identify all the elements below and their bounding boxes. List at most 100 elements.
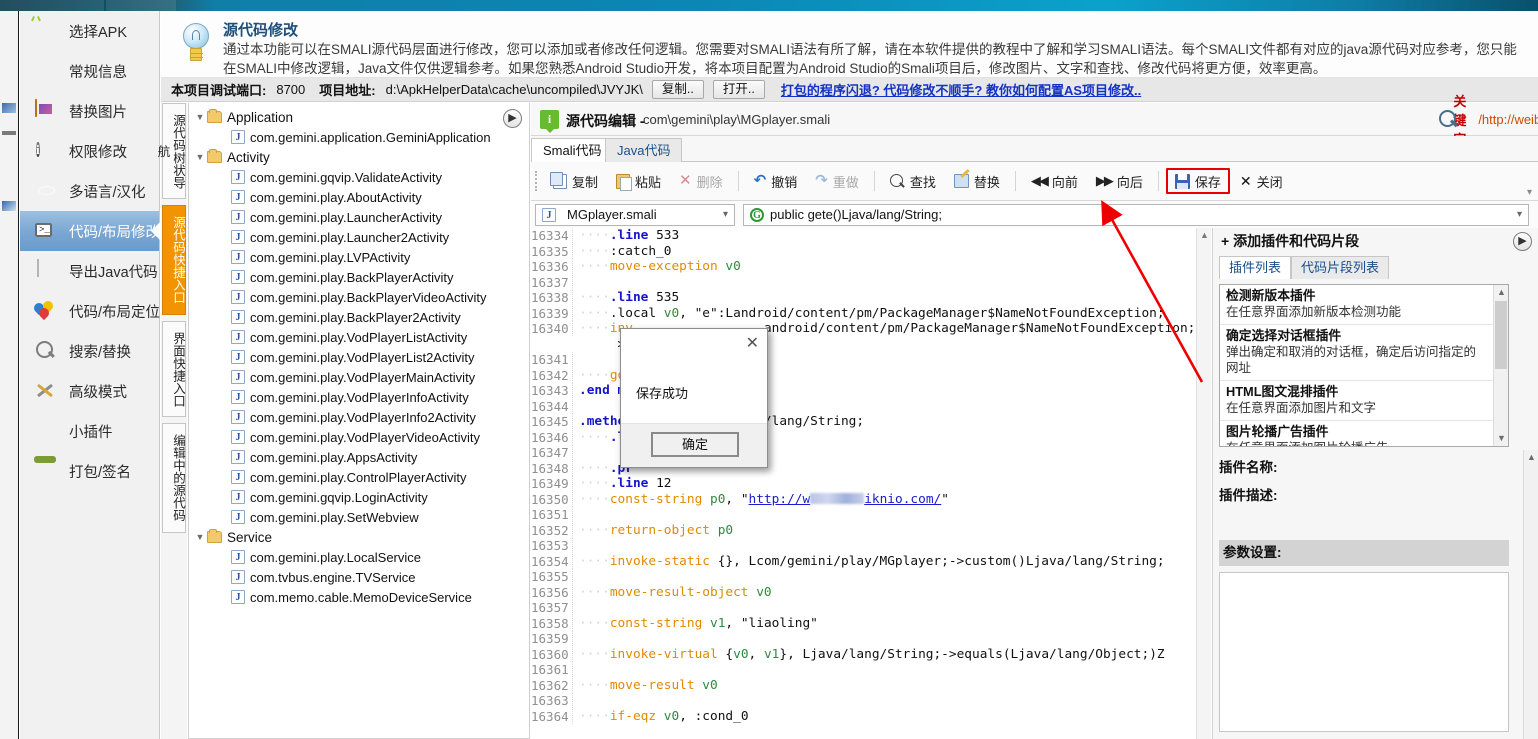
tree-item[interactable]: Jcom.gemini.play.Launcher2Activity xyxy=(189,227,529,247)
replace-icon xyxy=(954,174,969,188)
close-button[interactable]: ✕关闭 xyxy=(1232,168,1291,194)
plugin-panel-scrollbar[interactable]: ▲ xyxy=(1523,450,1538,739)
sidebar-item-code-layout-locate[interactable]: 代码/布局定位 xyxy=(20,291,159,331)
list-item[interactable]: 检测新版本插件 在任意界面添加新版本检测功能 xyxy=(1220,285,1493,325)
tree-item[interactable]: Jcom.gemini.play.BackPlayerActivity xyxy=(189,267,529,287)
sidebar-item-permissions[interactable]: i 权限修改 xyxy=(20,131,159,171)
tree-item[interactable]: Jcom.gemini.play.VodPlayerInfoActivity xyxy=(189,387,529,407)
chevron-right-icon[interactable]: ▶ xyxy=(1513,232,1532,251)
scroll-down-icon[interactable]: ▼ xyxy=(1494,431,1509,446)
prev-icon: ◀◀ xyxy=(1031,173,1047,189)
replace-button[interactable]: 替换 xyxy=(946,168,1008,194)
tree-item[interactable]: Jcom.gemini.play.VodPlayerMainActivity xyxy=(189,367,529,387)
line-number: 16359 xyxy=(531,631,573,646)
editor-scrollbar[interactable]: ▲ xyxy=(1196,228,1211,739)
code-language-tabs: Smali代码 Java代码 xyxy=(531,136,1538,162)
tree-item[interactable]: Jcom.gemini.gqvip.LoginActivity xyxy=(189,487,529,507)
sidebar-item-multilanguage[interactable]: 多语言/汉化 xyxy=(20,171,159,211)
tab-plugin-list[interactable]: 插件列表 xyxy=(1219,256,1291,279)
plugin-panel-title: + 添加插件和代码片段 xyxy=(1213,228,1538,254)
tree-item[interactable]: Jcom.gemini.play.AppsActivity xyxy=(189,447,529,467)
file-select[interactable]: J MGplayer.smali ▾ xyxy=(535,204,735,226)
sidebar-item-label: 代码/布局定位 xyxy=(69,301,160,322)
copy-button[interactable]: 复制 xyxy=(545,168,606,194)
tab-snippet-list[interactable]: 代码片段列表 xyxy=(1291,256,1389,279)
line-number: 16346 xyxy=(531,430,573,445)
rail-tab-source-shortcut[interactable]: 源代码快捷入口 xyxy=(162,205,186,315)
tree-item[interactable]: Jcom.gemini.play.VodPlayerListActivity xyxy=(189,327,529,347)
sidebar-item-replace-image[interactable]: 替换图片 xyxy=(20,91,159,131)
plugin-list-scrollbar[interactable]: ▲ ▼ xyxy=(1493,285,1508,446)
method-select-value: public gete()Ljava/lang/String; xyxy=(770,207,1511,222)
rail-tab-source-tree[interactable]: 源代码树状导航 xyxy=(162,103,186,199)
dialog-ok-button[interactable]: 确定 xyxy=(651,432,739,457)
redo-button[interactable]: ↷重做 xyxy=(807,168,867,194)
tree-item[interactable]: Jcom.gemini.play.LocalService xyxy=(189,547,529,567)
sidebar-item-advanced-mode[interactable]: 高级模式 xyxy=(20,371,159,411)
editor-toolbar: 复制 粘贴 ✕删除 ↶撤销 ↷重做 查找 替换 ◀◀向前 ▶▶向后 保存 ✕关闭… xyxy=(531,162,1538,201)
tree-item[interactable]: Jcom.gemini.gqvip.ValidateActivity xyxy=(189,167,529,187)
java-file-icon: J xyxy=(231,170,245,184)
plugin-list[interactable]: 检测新版本插件 在任意界面添加新版本检测功能 确定选择对话框插件 弹出确定和取消… xyxy=(1219,284,1509,447)
tree-folder-application[interactable]: ▼Application xyxy=(189,107,529,127)
tree-item[interactable]: Jcom.gemini.play.LauncherActivity xyxy=(189,207,529,227)
sidebar-item-export-java[interactable]: 导出Java代码 xyxy=(20,251,159,291)
tab-java-code[interactable]: Java代码 xyxy=(605,138,682,162)
prev-button[interactable]: ◀◀向前 xyxy=(1023,168,1086,194)
sidebar-item-package-sign[interactable]: 打包/签名 xyxy=(20,451,159,491)
tab-smali-code[interactable]: Smali代码 xyxy=(531,138,614,162)
tree-item[interactable]: Jcom.tvbus.engine.TVService xyxy=(189,567,529,587)
tree-item[interactable]: Jcom.gemini.play.VodPlayerVideoActivity xyxy=(189,427,529,447)
close-icon[interactable]: ✕ xyxy=(746,333,759,353)
next-button[interactable]: ▶▶向后 xyxy=(1088,168,1151,194)
toolbar-grip[interactable] xyxy=(535,171,540,191)
tree-folder-service[interactable]: ▼Service xyxy=(189,527,529,547)
tree-item[interactable]: Jcom.gemini.play.SetWebview xyxy=(189,507,529,527)
copy-path-button[interactable]: 复制.. xyxy=(652,80,704,99)
find-button[interactable]: 查找 xyxy=(882,168,944,194)
toolbar-overflow-icon[interactable]: ▾ xyxy=(1527,187,1532,198)
method-select[interactable]: G public gete()Ljava/lang/String; ▾ xyxy=(743,204,1529,226)
scroll-up-icon[interactable]: ▲ xyxy=(1197,228,1212,243)
info-download-icon: i xyxy=(540,110,559,129)
source-tree-panel: ▶ ▼Application Jcom.gemini.application.G… xyxy=(188,103,530,739)
tree-item[interactable]: Jcom.gemini.play.VodPlayerInfo2Activity xyxy=(189,407,529,427)
scrollbar-thumb[interactable] xyxy=(1495,301,1507,369)
sidebar-item-label: 高级模式 xyxy=(69,381,127,402)
list-item[interactable]: 图片轮播广告插件 在任意界面添加图片轮播广告 xyxy=(1220,421,1493,447)
help-link[interactable]: 打包的程序闪退? 代码修改不顺手? 教你如何配置AS项目修改.. xyxy=(781,80,1141,99)
tree-folder-activity[interactable]: ▼Activity xyxy=(189,147,529,167)
open-path-button[interactable]: 打开.. xyxy=(713,80,765,99)
toolbar-separator xyxy=(874,171,875,191)
line-number: 16350 xyxy=(531,492,573,507)
list-item[interactable]: 确定选择对话框插件 弹出确定和取消的对话框，确定后访问指定的网址 xyxy=(1220,325,1493,381)
save-button[interactable]: 保存 xyxy=(1166,168,1230,194)
tree-item[interactable]: Jcom.gemini.play.BackPlayer2Activity xyxy=(189,307,529,327)
tree-item[interactable]: Jcom.gemini.application.GeminiApplicatio… xyxy=(189,127,529,147)
tree-item[interactable]: Jcom.gemini.play.BackPlayerVideoActivity xyxy=(189,287,529,307)
line-number: 16362 xyxy=(531,678,573,693)
sidebar-item-search-replace[interactable]: 搜索/替换 xyxy=(20,331,159,371)
paste-button[interactable]: 粘贴 xyxy=(608,168,669,194)
tree-item[interactable]: Jcom.memo.cable.MemoDeviceService xyxy=(189,587,529,607)
tree-item[interactable]: Jcom.gemini.play.LVPActivity xyxy=(189,247,529,267)
param-settings-area[interactable] xyxy=(1219,572,1509,732)
sidebar-item-select-apk[interactable]: 选择APK xyxy=(20,11,159,51)
keyword-value[interactable]: /http://weibo.miknio.com xyxy=(1478,112,1538,127)
plugin-icon xyxy=(34,420,56,442)
scroll-up-icon[interactable]: ▲ xyxy=(1524,450,1538,465)
tree-item[interactable]: Jcom.gemini.play.ControlPlayerActivity xyxy=(189,467,529,487)
undo-button[interactable]: ↶撤销 xyxy=(746,168,806,194)
delete-button[interactable]: ✕删除 xyxy=(671,168,731,194)
chevron-right-icon[interactable]: ▶ xyxy=(503,109,522,128)
list-item[interactable]: HTML图文混排插件 在任意界面添加图片和文字 xyxy=(1220,381,1493,421)
line-number: 16339 xyxy=(531,306,573,321)
scroll-up-icon[interactable]: ▲ xyxy=(1494,285,1509,300)
rail-tab-editing-source[interactable]: 编辑中的源代码 xyxy=(162,423,186,533)
tree-item[interactable]: Jcom.gemini.play.VodPlayerList2Activity xyxy=(189,347,529,367)
sidebar-item-general-info[interactable]: 常规信息 xyxy=(20,51,159,91)
sidebar-item-plugins[interactable]: 小插件 xyxy=(20,411,159,451)
sidebar-item-code-layout-edit[interactable]: >_ 代码/布局修改 xyxy=(20,211,159,251)
rail-tab-ui-shortcut[interactable]: 界面快捷入口 xyxy=(162,321,186,417)
tree-item[interactable]: Jcom.gemini.play.AboutActivity xyxy=(189,187,529,207)
